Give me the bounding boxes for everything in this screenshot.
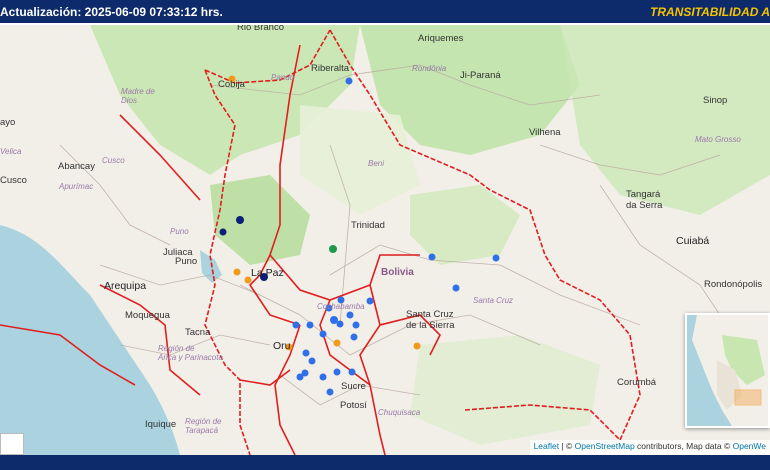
label-puno-region: Puno xyxy=(170,227,189,236)
label-sucre: Sucre xyxy=(341,381,366,392)
label-ji-parana: Ji-Paraná xyxy=(460,70,501,81)
label-rondonia: Rondônia xyxy=(412,64,447,73)
label-riberalta: Riberalta xyxy=(311,63,350,74)
label-iquique: Iquique xyxy=(145,419,177,430)
label-abancay: Abancay xyxy=(58,161,95,172)
map-view[interactable]: Rio Branco Ariquemes Rondônia Ji-Paraná … xyxy=(0,25,770,455)
label-ariquemes: Ariquemes xyxy=(418,33,464,44)
label-ayo: ayo xyxy=(0,117,16,128)
label-mato-grosso: Mato Grosso xyxy=(695,135,741,144)
label-puno-city: Puno xyxy=(175,256,198,267)
update-timestamp: Actualización: 2025-06-09 07:33:12 hrs. xyxy=(0,5,223,19)
openweather-link[interactable]: OpenWe xyxy=(733,441,766,451)
label-rio-branco: Rio Branco xyxy=(237,25,284,33)
minimap-graphic xyxy=(692,315,768,426)
label-madre-de-dios: Madre de Dios xyxy=(121,87,155,105)
label-tarapaca: Región de Tarapacá xyxy=(185,417,222,435)
header-bar: Actualización: 2025-06-09 07:33:12 hrs. … xyxy=(0,0,770,25)
label-tacna: Tacna xyxy=(185,327,211,338)
attribution-contrib: contributors, Map data © xyxy=(634,441,733,451)
label-oruro: Oru xyxy=(273,340,291,352)
label-cuiaba: Cuiabá xyxy=(676,235,710,247)
label-apurimac: Apurímac xyxy=(59,182,94,191)
label-cobija: Cobija xyxy=(218,79,245,90)
page-title: TRANSITABILIDAD A xyxy=(650,5,770,19)
label-beni: Beni xyxy=(368,159,385,168)
label-arequipa: Arequipa xyxy=(104,280,147,292)
map-attribution: Leaflet | © OpenStreetMap contributors, … xyxy=(529,440,770,455)
label-potosi: Potosí xyxy=(340,400,367,411)
label-cochabamba: Cochabamba xyxy=(317,302,365,311)
footer-bar xyxy=(0,455,770,470)
label-tangara: Tangará da Serra xyxy=(626,189,663,211)
label-bolivia: Bolivia xyxy=(381,267,414,278)
label-sinop: Sinop xyxy=(703,95,728,106)
zoom-in-icon[interactable] xyxy=(0,433,24,455)
label-trinidad: Trinidad xyxy=(351,220,385,231)
osm-link[interactable]: OpenStreetMap xyxy=(575,441,635,451)
label-rondonopolis: Rondonópolis xyxy=(704,279,763,290)
attribution-separator: | © xyxy=(559,441,575,451)
label-santa-cruz-city: Santa Cruz de la Sierra xyxy=(406,309,455,331)
label-pando: Pando xyxy=(271,73,295,82)
label-velica: Velica xyxy=(0,147,22,156)
label-chuquisaca: Chuquisaca xyxy=(378,408,421,417)
label-vilhena: Vilhena xyxy=(529,127,561,138)
label-arica: Región de Arica y Parinacota xyxy=(158,344,223,362)
label-cusco-region: Cusco xyxy=(102,156,125,165)
label-santa-cruz-region: Santa Cruz xyxy=(473,296,514,305)
map-base xyxy=(0,25,770,455)
label-la-paz: La Paz xyxy=(251,267,284,279)
label-cusco-city: Cusco xyxy=(0,175,27,186)
label-corumba: Corumbá xyxy=(617,377,657,388)
minimap[interactable] xyxy=(685,313,770,428)
leaflet-link[interactable]: Leaflet xyxy=(534,441,560,451)
label-moquegua: Moquegua xyxy=(125,310,170,321)
